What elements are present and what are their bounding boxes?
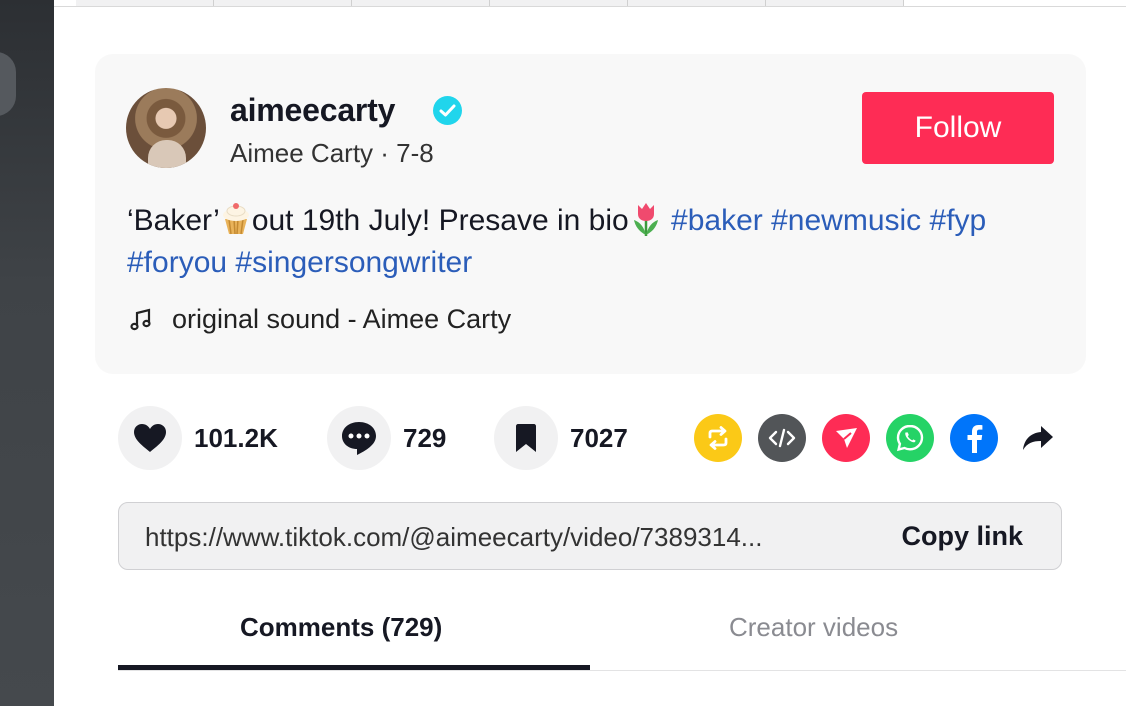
active-tab-indicator [118,665,590,670]
music-link[interactable]: original sound - Aimee Carty [172,304,511,335]
post-date: 7-8 [396,138,434,168]
caption-text-2: out 19th July! Presave in bio [251,204,629,237]
embed-icon[interactable] [758,414,806,462]
like-action: 101.2K [118,406,278,470]
comment-action: 729 [327,406,446,470]
top-tab[interactable] [214,0,352,6]
nav-arrow-button[interactable] [0,52,16,116]
follow-button[interactable]: Follow [862,92,1054,164]
author-subline: Aimee Carty · 7-8 [230,138,434,169]
video-caption: ‘Baker’ out 19th July! Presave in bio #ba… [127,200,1067,284]
video-link-box: https://www.tiktok.com/@aimeecarty/video… [118,502,1062,570]
share-arrow-icon[interactable] [1014,414,1062,462]
save-button[interactable] [494,406,558,470]
music-note-icon [129,308,153,337]
tabs-divider [118,670,1126,671]
username[interactable]: aimeecarty [230,92,395,129]
save-count: 7027 [570,422,628,453]
save-action: 7027 [494,406,628,470]
top-tab[interactable] [766,0,904,6]
copy-link-button[interactable]: Copy link [901,521,1023,552]
top-tab[interactable] [76,0,214,6]
comment-icon [342,422,376,455]
bookmark-icon [516,424,536,452]
tab-creator-videos[interactable]: Creator videos [729,612,898,643]
hashtag-link[interactable]: #baker [671,204,763,237]
top-tab[interactable] [352,0,490,6]
comment-count: 729 [403,422,447,453]
hashtag-link[interactable]: #newmusic [771,204,921,237]
heart-icon [134,424,166,452]
send-icon[interactable] [822,414,870,462]
display-name[interactable]: Aimee Carty [230,138,373,168]
tab-comments[interactable]: Comments (729) [240,612,442,643]
facebook-icon[interactable] [950,414,998,462]
meta-separator: · [373,138,397,168]
background-video-strip [0,0,54,706]
hashtag-link[interactable]: #foryou [127,246,227,279]
like-count: 101.2K [194,422,278,453]
repost-icon[interactable] [694,414,742,462]
avatar[interactable] [126,88,206,168]
comment-button[interactable] [327,406,391,470]
verified-badge-icon [433,96,462,125]
hashtag-link[interactable]: #singersongwriter [235,246,472,279]
like-button[interactable] [118,406,182,470]
hashtag-link[interactable]: #fyp [930,204,987,237]
cupcake-emoji-icon [220,203,252,235]
top-tab[interactable] [490,0,628,6]
caption-text: ‘Baker’ [127,204,220,237]
top-tab[interactable] [628,0,766,6]
top-tab-strip [54,0,1126,7]
video-info-card: aimeecarty Aimee Carty · 7-8 Follow ‘Bak… [95,54,1086,374]
tulip-emoji-icon [629,201,663,237]
whatsapp-icon[interactable] [886,414,934,462]
video-link-url[interactable]: https://www.tiktok.com/@aimeecarty/video… [145,522,865,553]
